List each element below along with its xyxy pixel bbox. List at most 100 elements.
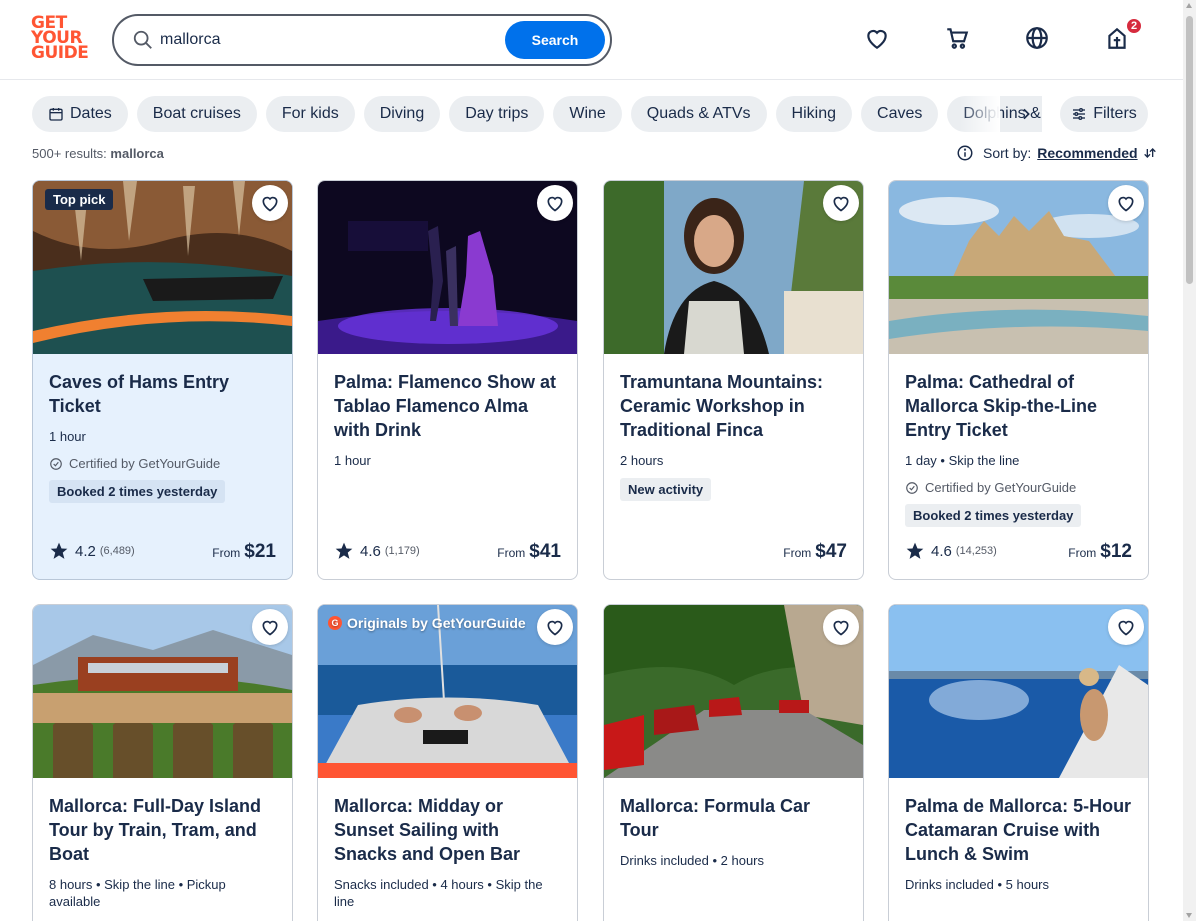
activity-card[interactable]: Palma de Mallorca: 5-Hour Catamaran Crui… bbox=[888, 604, 1149, 921]
heart-icon bbox=[833, 196, 849, 212]
activity-card[interactable]: Mallorca: Formula Car Tour Drinks includ… bbox=[603, 604, 864, 921]
card-body: Palma: Cathedral of Mallorca Skip-the-Li… bbox=[905, 370, 1133, 527]
certified-text: Certified by GetYourGuide bbox=[69, 456, 221, 471]
add-to-wishlist-button[interactable] bbox=[252, 185, 288, 221]
activity-card[interactable]: Top pick Caves of Hams Entry Ticket 1 ho… bbox=[32, 180, 293, 580]
originals-badge: G Originals by GetYourGuide bbox=[328, 615, 526, 631]
search-input[interactable] bbox=[160, 26, 500, 54]
chip-dates[interactable]: Dates bbox=[32, 96, 128, 132]
activity-meta: 1 hour bbox=[49, 429, 86, 444]
chip-label: Diving bbox=[379, 105, 425, 122]
search-bar: Search bbox=[112, 14, 612, 66]
scroll-down-arrow[interactable] bbox=[1186, 913, 1192, 918]
price: From $47 bbox=[783, 541, 847, 563]
sort-dropdown[interactable]: Recommended bbox=[1037, 145, 1137, 161]
chip-label: For kids bbox=[281, 105, 339, 122]
globe-language-icon[interactable] bbox=[1024, 25, 1050, 51]
getyourguide-logo[interactable]: GET YOUR GUIDE bbox=[31, 15, 91, 64]
chips-scroll-right-button[interactable] bbox=[1008, 96, 1044, 132]
cart-icon[interactable] bbox=[944, 25, 970, 51]
rating: 4.6 (14,253) bbox=[905, 541, 997, 561]
price: From $41 bbox=[497, 541, 561, 563]
chevron-right-icon bbox=[1023, 108, 1030, 120]
activity-meta: Snacks included • 4 hours • Skip the lin… bbox=[334, 877, 543, 909]
top-pick-badge: Top pick bbox=[45, 189, 114, 210]
filters-label: Filters bbox=[1093, 105, 1137, 122]
activity-title[interactable]: Palma: Flamenco Show at Tablao Flamenco … bbox=[334, 370, 562, 442]
search-button[interactable]: Search bbox=[505, 21, 605, 59]
chip-caves[interactable]: Caves bbox=[861, 96, 939, 132]
heart-icon bbox=[1118, 620, 1134, 636]
chip-for-kids[interactable]: For kids bbox=[265, 96, 355, 132]
price: From $21 bbox=[212, 541, 276, 563]
star-icon bbox=[906, 542, 924, 559]
calendar-icon bbox=[49, 108, 63, 121]
filters-button[interactable]: Filters bbox=[1060, 96, 1148, 132]
page-scrollbar[interactable] bbox=[1183, 0, 1196, 921]
search-icon bbox=[133, 30, 152, 49]
activity-card[interactable]: Palma: Flamenco Show at Tablao Flamenco … bbox=[317, 180, 578, 580]
wishlist-heart-icon[interactable] bbox=[864, 25, 890, 51]
activity-title[interactable]: Tramuntana Mountains: Ceramic Workshop i… bbox=[620, 370, 848, 442]
getyourguide-g-icon: G bbox=[328, 616, 342, 630]
chip-boat-cruises[interactable]: Boat cruises bbox=[136, 96, 257, 132]
add-to-wishlist-button[interactable] bbox=[823, 609, 859, 645]
check-badge-icon bbox=[906, 481, 918, 494]
review-count: (1,179) bbox=[384, 545, 420, 557]
activity-title[interactable]: Palma de Mallorca: 5-Hour Catamaran Crui… bbox=[905, 794, 1133, 866]
chip-label: Day trips bbox=[465, 105, 529, 122]
chip-wine[interactable]: Wine bbox=[553, 96, 622, 132]
add-to-wishlist-button[interactable] bbox=[537, 185, 573, 221]
originals-color-bar bbox=[318, 763, 577, 778]
activity-title[interactable]: Palma: Cathedral of Mallorca Skip-the-Li… bbox=[905, 370, 1133, 442]
chip-hiking[interactable]: Hiking bbox=[775, 96, 853, 132]
add-to-wishlist-button[interactable] bbox=[1108, 185, 1144, 221]
price-from-label: From bbox=[1068, 546, 1097, 560]
check-badge-icon bbox=[50, 457, 62, 470]
activity-meta: Drinks included • 2 hours bbox=[620, 853, 765, 868]
activity-title[interactable]: Mallorca: Full-Day Island Tour by Train,… bbox=[49, 794, 277, 866]
activity-title[interactable]: Mallorca: Formula Car Tour bbox=[620, 794, 848, 842]
heart-icon bbox=[1118, 196, 1134, 212]
logo-line-3: GUIDE bbox=[31, 43, 89, 63]
review-count: (6,489) bbox=[99, 545, 135, 557]
price-from-label: From bbox=[783, 546, 812, 560]
activity-meta: 2 hours bbox=[620, 453, 664, 468]
activity-card[interactable]: G Originals by GetYourGuide Mallorca: Mi… bbox=[317, 604, 578, 921]
star-icon bbox=[50, 542, 68, 559]
activity-title[interactable]: Caves of Hams Entry Ticket bbox=[49, 370, 277, 418]
chip-label: Dates bbox=[70, 105, 112, 122]
activity-meta: 8 hours • Skip the line • Pickup availab… bbox=[49, 877, 226, 909]
chip-quads-atvs[interactable]: Quads & ATVs bbox=[630, 96, 767, 132]
info-icon[interactable] bbox=[956, 144, 974, 162]
add-to-wishlist-button[interactable] bbox=[823, 185, 859, 221]
category-chips: Dates Boat cruises For kids Diving Day trip… bbox=[32, 96, 1042, 132]
card-body: Mallorca: Full-Day Island Tour by Train,… bbox=[49, 794, 277, 910]
chip-label: Hiking bbox=[791, 105, 837, 122]
card-body: Mallorca: Midday or Sunset Sailing with … bbox=[334, 794, 562, 910]
add-to-wishlist-button[interactable] bbox=[252, 609, 288, 645]
results-query: mallorca bbox=[110, 146, 164, 161]
chip-label: Wine bbox=[569, 105, 606, 122]
activity-card[interactable]: Mallorca: Full-Day Island Tour by Train,… bbox=[32, 604, 293, 921]
sort-control: Sort by: Recommended bbox=[956, 144, 1158, 162]
price-value: $47 bbox=[815, 541, 847, 562]
certified-text: Certified by GetYourGuide bbox=[925, 480, 1077, 495]
activity-card[interactable]: Tramuntana Mountains: Ceramic Workshop i… bbox=[603, 180, 864, 580]
add-to-wishlist-button[interactable] bbox=[537, 609, 573, 645]
sliders-icon bbox=[1073, 108, 1086, 120]
card-body: Tramuntana Mountains: Ceramic Workshop i… bbox=[620, 370, 848, 501]
chip-diving[interactable]: Diving bbox=[363, 96, 441, 132]
heart-icon bbox=[833, 620, 849, 636]
card-body: Caves of Hams Entry Ticket 1 hour Certif… bbox=[49, 370, 277, 503]
scroll-up-arrow[interactable] bbox=[1186, 3, 1192, 8]
chip-day-trips[interactable]: Day trips bbox=[449, 96, 545, 132]
card-body: Palma: Flamenco Show at Tablao Flamenco … bbox=[334, 370, 562, 469]
activity-title[interactable]: Mallorca: Midday or Sunset Sailing with … bbox=[334, 794, 562, 866]
chip-label: Caves bbox=[877, 105, 923, 122]
sort-label: Sort by: bbox=[983, 145, 1032, 161]
sort-arrows-icon[interactable] bbox=[1142, 145, 1158, 161]
activity-card[interactable]: Palma: Cathedral of Mallorca Skip-the-Li… bbox=[888, 180, 1149, 580]
scrollbar-thumb[interactable] bbox=[1186, 16, 1193, 284]
add-to-wishlist-button[interactable] bbox=[1108, 609, 1144, 645]
